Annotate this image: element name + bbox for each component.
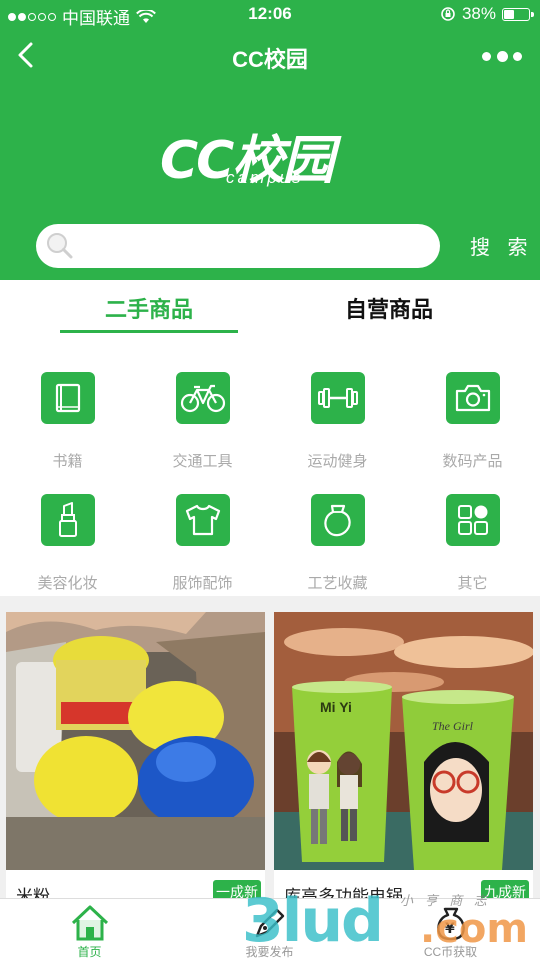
product-list: 米粉 一成新 Mi Yi The Girl 库高多功能电锅 九成新 xyxy=(0,608,540,906)
category-label: 数码产品 xyxy=(442,453,503,470)
app-header: CC校园 CC校园 campus 搜 索 xyxy=(0,28,540,280)
category-digital[interactable]: 数码产品 xyxy=(405,372,540,471)
book-icon xyxy=(55,383,80,413)
tab-indicator xyxy=(60,330,238,333)
tabbar-label: 我要发布 xyxy=(245,945,294,959)
cup-text-girl: The Girl xyxy=(432,719,474,733)
search-bar[interactable] xyxy=(36,224,440,268)
tabbar-coins[interactable]: ¥ CC币获取 xyxy=(383,903,518,960)
search-input[interactable] xyxy=(84,232,424,260)
logo-sub-text: campus xyxy=(226,168,304,187)
product-photo[interactable]: Mi Yi The Girl xyxy=(274,612,533,870)
tshirt-icon xyxy=(185,504,220,536)
category-label: 服饰配饰 xyxy=(172,575,233,592)
category-books[interactable]: 书籍 xyxy=(0,372,135,471)
category-label: 其它 xyxy=(457,575,488,592)
category-label: 运动健身 xyxy=(307,453,368,470)
money-bag-icon: ¥ xyxy=(436,907,465,941)
bottom-tab-bar: 首页 我要发布 ¥ CC币获取 xyxy=(0,898,540,960)
category-apparel[interactable]: 服饰配饰 xyxy=(135,494,270,593)
more-button[interactable] xyxy=(482,44,522,68)
dumbbell-icon xyxy=(317,388,358,408)
product-image-cups: Mi Yi The Girl xyxy=(274,612,533,870)
category-crafts[interactable]: 工艺收藏 xyxy=(270,494,405,593)
category-grid: 书籍 交通工具 运动健身 数码产品 美容化妆 服饰配饰 工艺收藏 其它 xyxy=(0,350,540,596)
search-button[interactable]: 搜 索 xyxy=(470,231,534,260)
category-other[interactable]: 其它 xyxy=(405,494,540,593)
battery-percent: 38% xyxy=(461,4,496,23)
tab-secondhand[interactable]: 二手商品 xyxy=(60,292,238,324)
tabbar-publish[interactable]: 我要发布 xyxy=(202,903,337,960)
app-logo: CC校园 campus xyxy=(160,124,370,191)
category-transport[interactable]: 交通工具 xyxy=(135,372,270,471)
category-beauty[interactable]: 美容化妆 xyxy=(0,494,135,593)
grid-icon xyxy=(457,505,488,535)
bicycle-icon xyxy=(180,384,225,413)
battery-icon xyxy=(502,7,534,21)
publish-pen-icon xyxy=(255,908,284,938)
lipstick-icon xyxy=(58,502,77,537)
more-dots-icon xyxy=(482,51,491,61)
section-divider xyxy=(0,596,540,608)
product-card[interactable]: 米粉 一成新 xyxy=(6,612,265,906)
category-label: 书籍 xyxy=(52,453,83,470)
product-card[interactable]: Mi Yi The Girl 库高多功能电锅 九成新 xyxy=(274,612,533,906)
tab-self-operated[interactable]: 自营商品 xyxy=(300,292,478,324)
rotation-lock-icon xyxy=(441,7,455,21)
status-bar: 中国联通 12:06 38% xyxy=(0,0,540,28)
cup-text-brand: Mi Yi xyxy=(320,699,352,715)
svg-text:¥: ¥ xyxy=(445,921,455,937)
category-label: 工艺收藏 xyxy=(307,575,368,592)
category-tabs: 二手商品 自营商品 xyxy=(0,280,540,336)
product-photo[interactable] xyxy=(6,612,265,870)
category-label: 美容化妆 xyxy=(37,575,98,592)
tabbar-label: CC币获取 xyxy=(423,945,478,959)
home-icon xyxy=(71,905,108,941)
tabbar-home[interactable]: 首页 xyxy=(22,903,157,960)
category-label: 交通工具 xyxy=(172,453,233,470)
camera-icon xyxy=(455,384,490,412)
category-fitness[interactable]: 运动健身 xyxy=(270,372,405,471)
tabbar-label: 首页 xyxy=(77,945,102,959)
page-title: CC校园 xyxy=(232,47,308,72)
search-icon xyxy=(47,233,73,259)
product-image-formula-cans xyxy=(6,612,265,870)
vase-icon xyxy=(323,504,351,537)
